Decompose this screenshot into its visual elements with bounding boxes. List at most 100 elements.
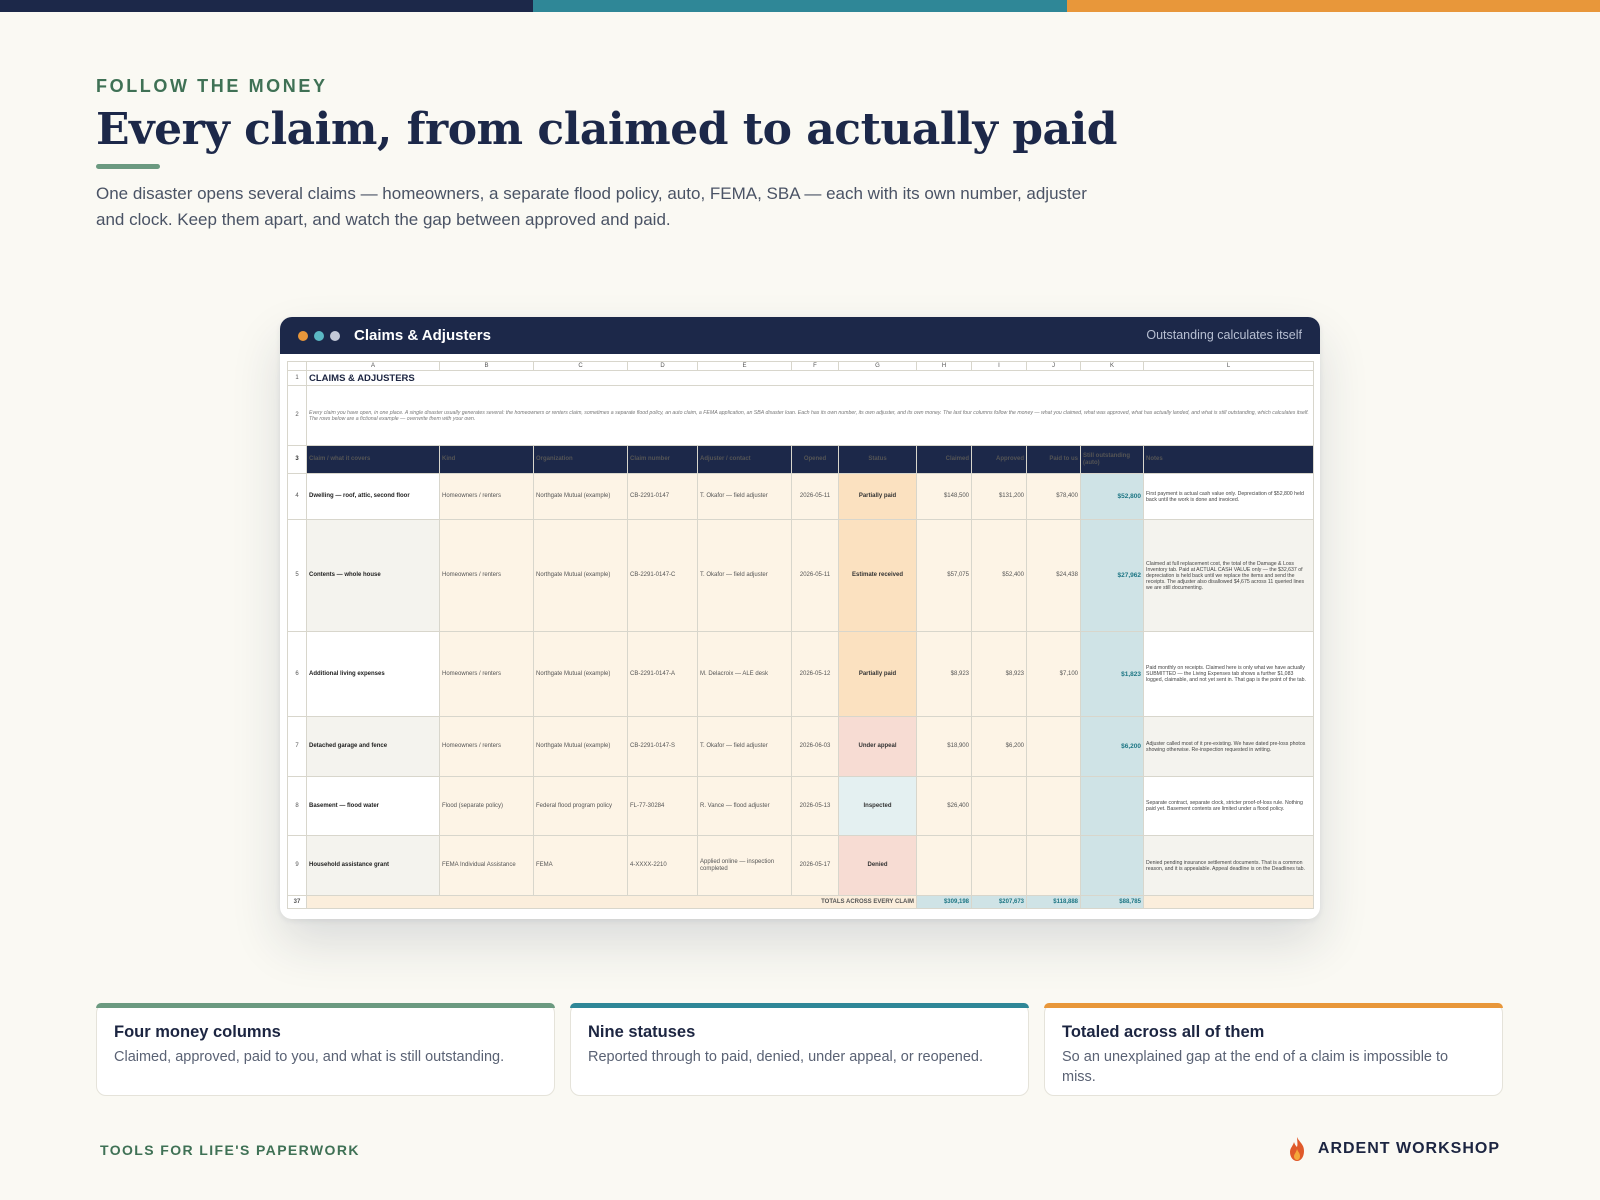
cell-adjuster[interactable]: T. Okafor — field adjuster — [697, 519, 792, 632]
column-header[interactable]: Notes — [1143, 445, 1314, 474]
cell-kind[interactable]: Homeowners / renters — [439, 473, 534, 520]
cell-approved[interactable]: $131,200 — [971, 473, 1027, 520]
column-header[interactable]: Still outstanding (auto) — [1080, 445, 1144, 474]
cell-outstanding[interactable]: $52,800 — [1080, 473, 1144, 520]
cell-paid[interactable] — [1026, 716, 1081, 777]
cell-org[interactable]: Northgate Mutual (example) — [533, 473, 628, 520]
cell-org[interactable]: Northgate Mutual (example) — [533, 519, 628, 632]
column-letter-l[interactable]: L — [1143, 361, 1314, 371]
column-header[interactable]: Opened — [791, 445, 839, 474]
cell-number[interactable]: 4-XXXX-2210 — [627, 835, 698, 896]
cell-status[interactable]: Estimate received — [838, 519, 917, 632]
cell-approved[interactable]: $52,400 — [971, 519, 1027, 632]
cell-opened[interactable]: 2026-05-13 — [791, 776, 839, 836]
sheet-intro[interactable]: Every claim you have open, in one place.… — [306, 385, 1314, 446]
cell-claimed[interactable]: $8,923 — [916, 631, 972, 717]
cell-claim[interactable]: Detached garage and fence — [306, 716, 440, 777]
cell-approved[interactable]: $6,200 — [971, 716, 1027, 777]
column-header[interactable]: Approved — [971, 445, 1027, 474]
cell-notes[interactable]: Paid monthly on receipts. Claimed here i… — [1143, 631, 1314, 717]
cell-kind[interactable]: Homeowners / renters — [439, 716, 534, 777]
cell-adjuster[interactable]: M. Delacroix — ALE desk — [697, 631, 792, 717]
column-header[interactable]: Paid to us — [1026, 445, 1081, 474]
cell-approved[interactable] — [971, 835, 1027, 896]
cell-org[interactable]: FEMA — [533, 835, 628, 896]
column-header[interactable]: Claim / what it covers — [306, 445, 440, 474]
cell-opened[interactable]: 2026-05-11 — [791, 473, 839, 520]
cell-notes[interactable]: Separate contract, separate clock, stric… — [1143, 776, 1314, 836]
row-number[interactable]: 2 — [287, 385, 307, 446]
column-header[interactable]: Kind — [439, 445, 534, 474]
column-letter-f[interactable]: F — [791, 361, 839, 371]
column-letter-h[interactable]: H — [916, 361, 972, 371]
claims-table[interactable]: ABCDEFGHIJKL 1 CLAIMS & ADJUSTERS 2 Ever… — [287, 361, 1314, 909]
cell-outstanding[interactable] — [1080, 835, 1144, 896]
corner-cell[interactable] — [287, 361, 307, 371]
total-notes[interactable] — [1143, 895, 1314, 909]
column-header[interactable]: Organization — [533, 445, 628, 474]
cell-notes[interactable]: Denied pending insurance settlement docu… — [1143, 835, 1314, 896]
cell-paid[interactable]: $24,438 — [1026, 519, 1081, 632]
column-letter-g[interactable]: G — [838, 361, 917, 371]
cell-notes[interactable]: Adjuster called most of it pre-existing.… — [1143, 716, 1314, 777]
cell-org[interactable]: Northgate Mutual (example) — [533, 716, 628, 777]
cell-kind[interactable]: FEMA Individual Assistance — [439, 835, 534, 896]
cell-number[interactable]: FL-77-30284 — [627, 776, 698, 836]
column-letter-j[interactable]: J — [1026, 361, 1081, 371]
row-number[interactable]: 6 — [287, 631, 307, 717]
cell-number[interactable]: CB-2291-0147 — [627, 473, 698, 520]
cell-claim[interactable]: Basement — flood water — [306, 776, 440, 836]
column-letter-a[interactable]: A — [306, 361, 440, 371]
cell-claimed[interactable]: $148,500 — [916, 473, 972, 520]
spreadsheet[interactable]: ABCDEFGHIJKL 1 CLAIMS & ADJUSTERS 2 Ever… — [287, 361, 1314, 909]
cell-kind[interactable]: Flood (separate policy) — [439, 776, 534, 836]
cell-notes[interactable]: First payment is actual cash value only.… — [1143, 473, 1314, 520]
column-header[interactable]: Status — [838, 445, 917, 474]
cell-opened[interactable]: 2026-06-03 — [791, 716, 839, 777]
column-header[interactable]: Adjuster / contact — [697, 445, 792, 474]
column-letter-d[interactable]: D — [627, 361, 698, 371]
cell-outstanding[interactable]: $27,962 — [1080, 519, 1144, 632]
cell-paid[interactable] — [1026, 776, 1081, 836]
totals-label[interactable]: TOTALS ACROSS EVERY CLAIM — [306, 895, 917, 909]
cell-paid[interactable]: $78,400 — [1026, 473, 1081, 520]
total-claimed[interactable]: $309,198 — [916, 895, 972, 909]
cell-opened[interactable]: 2026-05-12 — [791, 631, 839, 717]
cell-outstanding[interactable]: $6,200 — [1080, 716, 1144, 777]
cell-org[interactable]: Federal flood program policy — [533, 776, 628, 836]
total-approved[interactable]: $207,673 — [971, 895, 1027, 909]
column-letter-c[interactable]: C — [533, 361, 628, 371]
row-number[interactable]: 7 — [287, 716, 307, 777]
cell-notes[interactable]: Claimed at full replacement cost, the to… — [1143, 519, 1314, 632]
row-number[interactable]: 9 — [287, 835, 307, 896]
cell-status[interactable]: Partially paid — [838, 631, 917, 717]
cell-adjuster[interactable]: T. Okafor — field adjuster — [697, 473, 792, 520]
row-number[interactable]: 37 — [287, 895, 307, 909]
cell-claimed[interactable] — [916, 835, 972, 896]
sheet-title[interactable]: CLAIMS & ADJUSTERS — [306, 370, 1314, 386]
cell-claimed[interactable]: $18,900 — [916, 716, 972, 777]
cell-number[interactable]: CB-2291-0147-S — [627, 716, 698, 777]
row-number[interactable]: 8 — [287, 776, 307, 836]
column-letter-b[interactable]: B — [439, 361, 534, 371]
cell-adjuster[interactable]: T. Okafor — field adjuster — [697, 716, 792, 777]
cell-outstanding[interactable] — [1080, 776, 1144, 836]
cell-kind[interactable]: Homeowners / renters — [439, 631, 534, 717]
cell-kind[interactable]: Homeowners / renters — [439, 519, 534, 632]
cell-adjuster[interactable]: R. Vance — flood adjuster — [697, 776, 792, 836]
window-dot-teal[interactable] — [314, 330, 324, 341]
column-letter-k[interactable]: K — [1080, 361, 1144, 371]
cell-number[interactable]: CB-2291-0147-C — [627, 519, 698, 632]
cell-claimed[interactable]: $57,075 — [916, 519, 972, 632]
cell-status[interactable]: Denied — [838, 835, 917, 896]
cell-status[interactable]: Inspected — [838, 776, 917, 836]
window-dot-grey[interactable] — [330, 330, 340, 341]
cell-opened[interactable]: 2026-05-11 — [791, 519, 839, 632]
cell-org[interactable]: Northgate Mutual (example) — [533, 631, 628, 717]
cell-claim[interactable]: Dwelling — roof, attic, second floor — [306, 473, 440, 520]
column-header[interactable]: Claimed — [916, 445, 972, 474]
window-dot-orange[interactable] — [298, 330, 308, 341]
total-outstanding[interactable]: $88,785 — [1080, 895, 1144, 909]
column-letter-e[interactable]: E — [697, 361, 792, 371]
cell-adjuster[interactable]: Applied online — inspection completed — [697, 835, 792, 896]
